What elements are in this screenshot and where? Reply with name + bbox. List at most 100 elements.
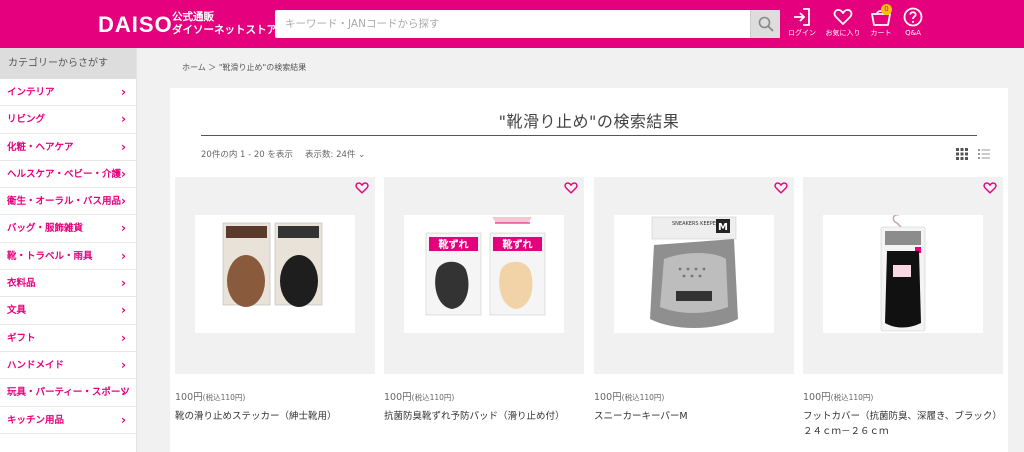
- sidebar-category-item[interactable]: 衛生・オーラル・バス用品 ›: [0, 188, 136, 216]
- search-button[interactable]: [750, 10, 780, 38]
- chevron-right-icon: ›: [121, 330, 126, 345]
- sidebar-category-item[interactable]: ヘルスケア・ベビー・介護 ›: [0, 161, 136, 189]
- favorite-heart-icon[interactable]: [564, 181, 578, 195]
- product-price: 100円(税込110円): [175, 389, 245, 403]
- grid-view-icon[interactable]: [956, 148, 968, 160]
- price-tax: (税込110円): [202, 393, 246, 402]
- sidebar-category-item[interactable]: 玩具・パーティー・スポーツ ›: [0, 379, 136, 407]
- sidebar-category-item[interactable]: ハンドメイド ›: [0, 352, 136, 380]
- product-card[interactable]: SNEAKERS KEEPER M 100円(税込110円) スニーカーキーパー…: [594, 177, 794, 452]
- price-tax: (税込110円): [830, 393, 874, 402]
- list-view-icon[interactable]: [978, 148, 990, 160]
- favorite-heart-icon[interactable]: [355, 181, 369, 195]
- login-button[interactable]: ログイン: [782, 7, 822, 43]
- sidebar-category-item[interactable]: 靴・トラベル・雨具 ›: [0, 243, 136, 271]
- sidebar-category-label: ハンドメイド: [7, 359, 65, 371]
- qa-button[interactable]: Q&A: [893, 7, 933, 43]
- product-image-frame[interactable]: SNEAKERS KEEPER M: [594, 177, 794, 374]
- search-input[interactable]: [275, 10, 751, 38]
- chevron-right-icon: ›: [121, 276, 126, 291]
- logo-subtitle-line2: ダイソーネットストア: [172, 24, 277, 36]
- search-icon: [758, 16, 773, 32]
- sidebar-category-label: 衛生・オーラル・バス用品: [7, 196, 122, 208]
- sidebar-category-label: 文具: [7, 305, 27, 317]
- sneaker-keeper-image: SNEAKERS KEEPER M: [650, 216, 738, 328]
- site-header: DAISO 公式通販 ダイソーネットストア ログイン お気に入り 0 カー: [0, 0, 1024, 48]
- page-title: "靴滑り止め"の検索結果: [498, 112, 680, 131]
- price-tax: (税込110円): [411, 393, 455, 402]
- package-label: 靴ずれ: [503, 238, 533, 251]
- results-count: 20件の内 1 - 20 を表示: [201, 150, 293, 160]
- sidebar-category-label: ギフト: [7, 332, 36, 344]
- sidebar-category-label: キッチン用品: [7, 414, 65, 426]
- sidebar-heading: カテゴリーからさがす: [0, 48, 136, 79]
- question-icon: [903, 7, 923, 27]
- items-per-page-select[interactable]: 表示数: 24件 ⌄: [305, 148, 365, 160]
- sidebar-category-label: 靴・トラベル・雨具: [7, 250, 93, 262]
- favorites-button[interactable]: お気に入り: [823, 7, 863, 43]
- package-label: SNEAKERS KEEPER: [672, 221, 720, 227]
- chevron-right-icon: ›: [121, 85, 126, 99]
- shoe-pad-image: 靴ずれ 靴ずれ: [425, 217, 546, 316]
- sidebar-category-item[interactable]: キッチン用品 ›: [0, 407, 136, 434]
- chevron-right-icon: ›: [121, 357, 126, 372]
- product-name[interactable]: 抗菌防臭靴ずれ予防パッド（滑り止め付）: [384, 409, 584, 424]
- sidebar-category-item[interactable]: 文具 ›: [0, 297, 136, 325]
- product-image[interactable]: 靴ずれ 靴ずれ: [404, 215, 564, 333]
- product-name[interactable]: フットカバー（抗菌防臭、深履き、ブラック）２４ｃｍ－２６ｃｍ: [803, 409, 1003, 439]
- sidebar-category-label: 化粧・ヘアケア: [7, 141, 74, 153]
- product-price: 100円(税込110円): [384, 389, 454, 403]
- sidebar-category-label: バッグ・服飾雑貨: [7, 223, 84, 235]
- price-tax: (税込110円): [621, 393, 665, 402]
- sidebar-category-label: 玩具・パーティー・スポーツ: [7, 387, 130, 399]
- qa-label: Q&A: [905, 29, 921, 37]
- chevron-right-icon: ›: [121, 385, 126, 400]
- sidebar-category-label: リビング: [7, 114, 46, 126]
- sidebar-category-label: 衣料品: [7, 278, 36, 290]
- sidebar-category-item[interactable]: インテリア ›: [0, 79, 136, 107]
- product-card[interactable]: 靴ずれ 靴ずれ 100円(税込110円) 抗菌防臭靴ずれ予防パッド（滑り止め付）: [384, 177, 584, 452]
- product-image-frame[interactable]: [803, 177, 1003, 374]
- price-value: 100円: [803, 392, 831, 403]
- chevron-right-icon: ›: [121, 112, 126, 127]
- sidebar-category-item[interactable]: 衣料品 ›: [0, 270, 136, 298]
- price-value: 100円: [594, 392, 622, 403]
- product-image-frame[interactable]: [175, 177, 375, 374]
- chevron-right-icon: ›: [121, 166, 126, 181]
- product-card[interactable]: 100円(税込110円) 靴の滑り止めステッカー（紳士靴用）: [175, 177, 375, 452]
- logo-subtitle-line1: 公式通販: [172, 11, 214, 23]
- product-image[interactable]: [823, 213, 983, 333]
- search-bar: [275, 10, 780, 38]
- sidebar-category-label: ヘルスケア・ベビー・介護: [7, 168, 122, 180]
- package-label: 靴ずれ: [439, 238, 469, 251]
- favorite-heart-icon[interactable]: [983, 181, 997, 195]
- category-sidebar: カテゴリーからさがす インテリア › リビング › 化粧・ヘアケア › ヘルスケア・ベビー・…: [0, 48, 137, 452]
- daiso-logo[interactable]: DAISO: [98, 14, 173, 36]
- login-label: ログイン: [788, 29, 816, 37]
- chevron-right-icon: ›: [121, 221, 126, 236]
- product-name[interactable]: スニーカーキーパーM: [594, 409, 794, 424]
- sidebar-category-item[interactable]: リビング ›: [0, 106, 136, 134]
- size-label: M: [718, 222, 728, 233]
- sidebar-category-item[interactable]: バッグ・服飾雑貨 ›: [0, 215, 136, 243]
- sidebar-category-item[interactable]: 化粧・ヘアケア ›: [0, 134, 136, 161]
- logo-subtitle[interactable]: 公式通販 ダイソーネットストア: [172, 11, 277, 37]
- product-price: 100円(税込110円): [594, 389, 664, 403]
- chevron-right-icon: ›: [121, 248, 126, 263]
- chevron-right-icon: ›: [121, 194, 126, 209]
- product-price: 100円(税込110円): [803, 389, 873, 403]
- product-image[interactable]: [195, 215, 355, 333]
- sidebar-category-label: インテリア: [7, 87, 55, 98]
- product-card[interactable]: 100円(税込110円) フットカバー（抗菌防臭、深履き、ブラック）２４ｃｍ－２…: [803, 177, 1003, 452]
- sidebar-category-item[interactable]: ギフト ›: [0, 325, 136, 352]
- product-image-frame[interactable]: 靴ずれ 靴ずれ: [384, 177, 584, 374]
- heart-icon: [833, 9, 853, 25]
- product-image[interactable]: SNEAKERS KEEPER M: [614, 215, 774, 333]
- chevron-right-icon: ›: [121, 139, 126, 154]
- login-icon: [794, 8, 810, 26]
- product-name[interactable]: 靴の滑り止めステッカー（紳士靴用）: [175, 409, 375, 424]
- breadcrumb[interactable]: ホーム ＞ "靴滑り止め"の検索結果: [182, 62, 306, 73]
- title-divider: [201, 135, 977, 136]
- favorite-heart-icon[interactable]: [774, 181, 788, 195]
- price-value: 100円: [384, 392, 412, 403]
